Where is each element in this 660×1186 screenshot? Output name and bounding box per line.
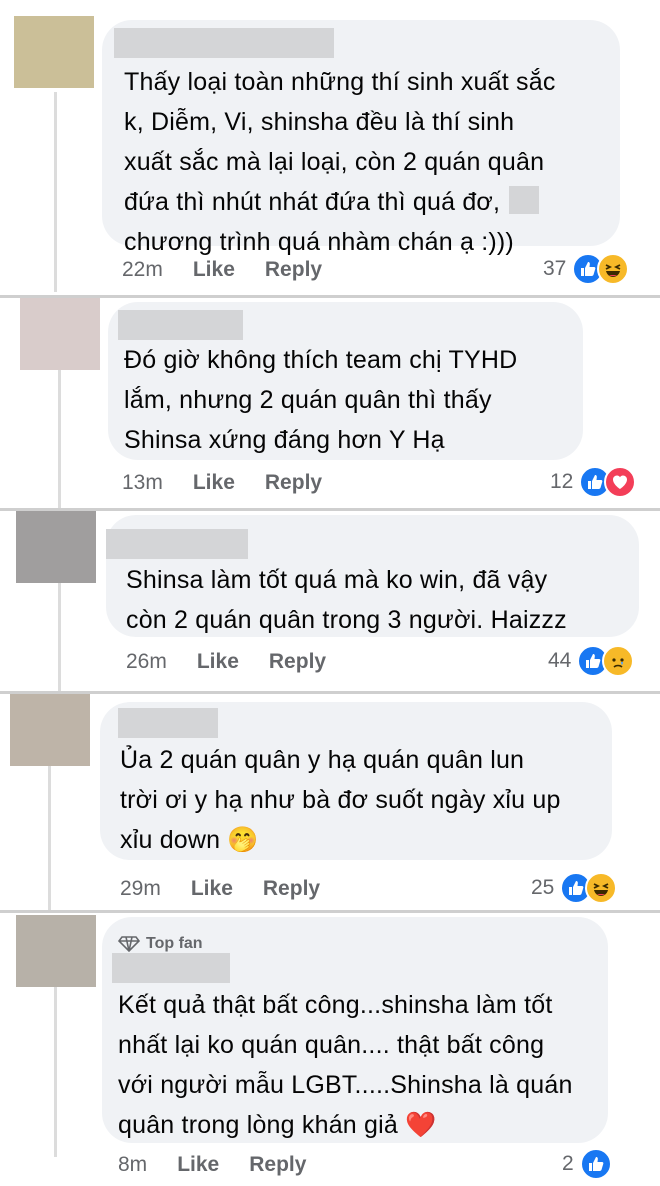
author-name-redacted[interactable] xyxy=(106,529,248,559)
top-fan-badge: Top fan xyxy=(118,935,203,953)
like-button[interactable]: Like xyxy=(193,471,235,495)
author-name-redacted[interactable] xyxy=(114,28,334,58)
like-button[interactable]: Like xyxy=(197,650,239,674)
avatar[interactable] xyxy=(16,915,96,987)
diamond-icon xyxy=(118,936,140,952)
comment-actions: 13m Like Reply xyxy=(122,471,322,495)
like-button[interactable]: Like xyxy=(193,258,235,282)
comment-actions: 26m Like Reply xyxy=(126,650,326,674)
comment-1: Thấy loại toàn những thí sinh xuất sắc k… xyxy=(0,0,660,295)
haha-icon xyxy=(585,872,618,904)
redacted-mention xyxy=(509,186,540,214)
comment-bubble: Top fan Kết quả thật bất công...shinsha … xyxy=(102,917,608,1143)
reply-button[interactable]: Reply xyxy=(269,650,326,674)
haha-icon xyxy=(597,253,630,285)
comment-5: Top fan Kết quả thật bất công...shinsha … xyxy=(0,913,660,1186)
like-button[interactable]: Like xyxy=(177,1153,219,1177)
timestamp[interactable]: 29m xyxy=(120,877,161,901)
reaction-count: 2 xyxy=(562,1152,574,1175)
reaction-count: 37 xyxy=(543,257,567,280)
comment-text: Đó giờ không thích team chị TYHD lắm, nh… xyxy=(124,346,518,454)
thread-line xyxy=(54,92,57,292)
sad-icon xyxy=(602,645,635,677)
comment-text: Ủa 2 quán quân y hạ quán quân lun trời ơ… xyxy=(120,746,561,854)
like-button[interactable]: Like xyxy=(191,877,233,901)
comment-bubble: Shinsa làm tốt quá mà ko win, đã vậy còn… xyxy=(106,515,639,637)
reaction-summary[interactable]: 2 xyxy=(562,1148,612,1180)
reaction-summary[interactable]: 25 xyxy=(531,872,618,904)
timestamp[interactable]: 8m xyxy=(118,1153,147,1177)
like-icon xyxy=(579,1148,612,1180)
reaction-count: 44 xyxy=(548,649,572,672)
timestamp[interactable]: 13m xyxy=(122,471,163,495)
comment-text: Thấy loại toàn những thí sinh xuất sắc k… xyxy=(124,68,556,256)
reply-button[interactable]: Reply xyxy=(265,471,322,495)
reaction-count: 25 xyxy=(531,876,555,899)
avatar[interactable] xyxy=(16,511,96,583)
reaction-summary[interactable]: 37 xyxy=(543,253,630,285)
comment-actions: 22m Like Reply xyxy=(122,258,322,282)
avatar[interactable] xyxy=(10,694,90,766)
comment-3: Shinsa làm tốt quá mà ko win, đã vậy còn… xyxy=(0,511,660,691)
author-name-redacted[interactable] xyxy=(112,953,230,983)
comment-bubble: Đó giờ không thích team chị TYHD lắm, nh… xyxy=(108,302,583,460)
reaction-summary[interactable]: 44 xyxy=(548,645,635,677)
author-name-redacted[interactable] xyxy=(118,310,243,340)
comment-4: Ủa 2 quán quân y hạ quán quân lun trời ơ… xyxy=(0,694,660,910)
author-name-redacted[interactable] xyxy=(118,708,218,738)
comment-text: Kết quả thật bất công...shinsha làm tốt … xyxy=(118,991,573,1139)
comment-2: Đó giờ không thích team chị TYHD lắm, nh… xyxy=(0,298,660,508)
comment-text: Shinsa làm tốt quá mà ko win, đã vậy còn… xyxy=(126,566,567,634)
thread-line xyxy=(48,766,51,910)
avatar[interactable] xyxy=(20,298,100,370)
reaction-summary[interactable]: 12 xyxy=(550,466,637,498)
comment-bubble: Thấy loại toàn những thí sinh xuất sắc k… xyxy=(102,20,620,256)
avatar[interactable] xyxy=(14,16,94,88)
comment-actions: 8m Like Reply xyxy=(118,1153,306,1177)
reaction-count: 12 xyxy=(550,470,574,493)
thread-line xyxy=(58,370,61,508)
thread-line xyxy=(58,583,61,691)
timestamp[interactable]: 22m xyxy=(122,258,163,282)
timestamp[interactable]: 26m xyxy=(126,650,167,674)
thread-line xyxy=(54,987,57,1157)
reply-button[interactable]: Reply xyxy=(263,877,320,901)
reply-button[interactable]: Reply xyxy=(265,258,322,282)
love-icon xyxy=(604,466,637,498)
reply-button[interactable]: Reply xyxy=(249,1153,306,1177)
comment-actions: 29m Like Reply xyxy=(120,877,320,901)
comment-bubble: Ủa 2 quán quân y hạ quán quân lun trời ơ… xyxy=(100,702,612,860)
